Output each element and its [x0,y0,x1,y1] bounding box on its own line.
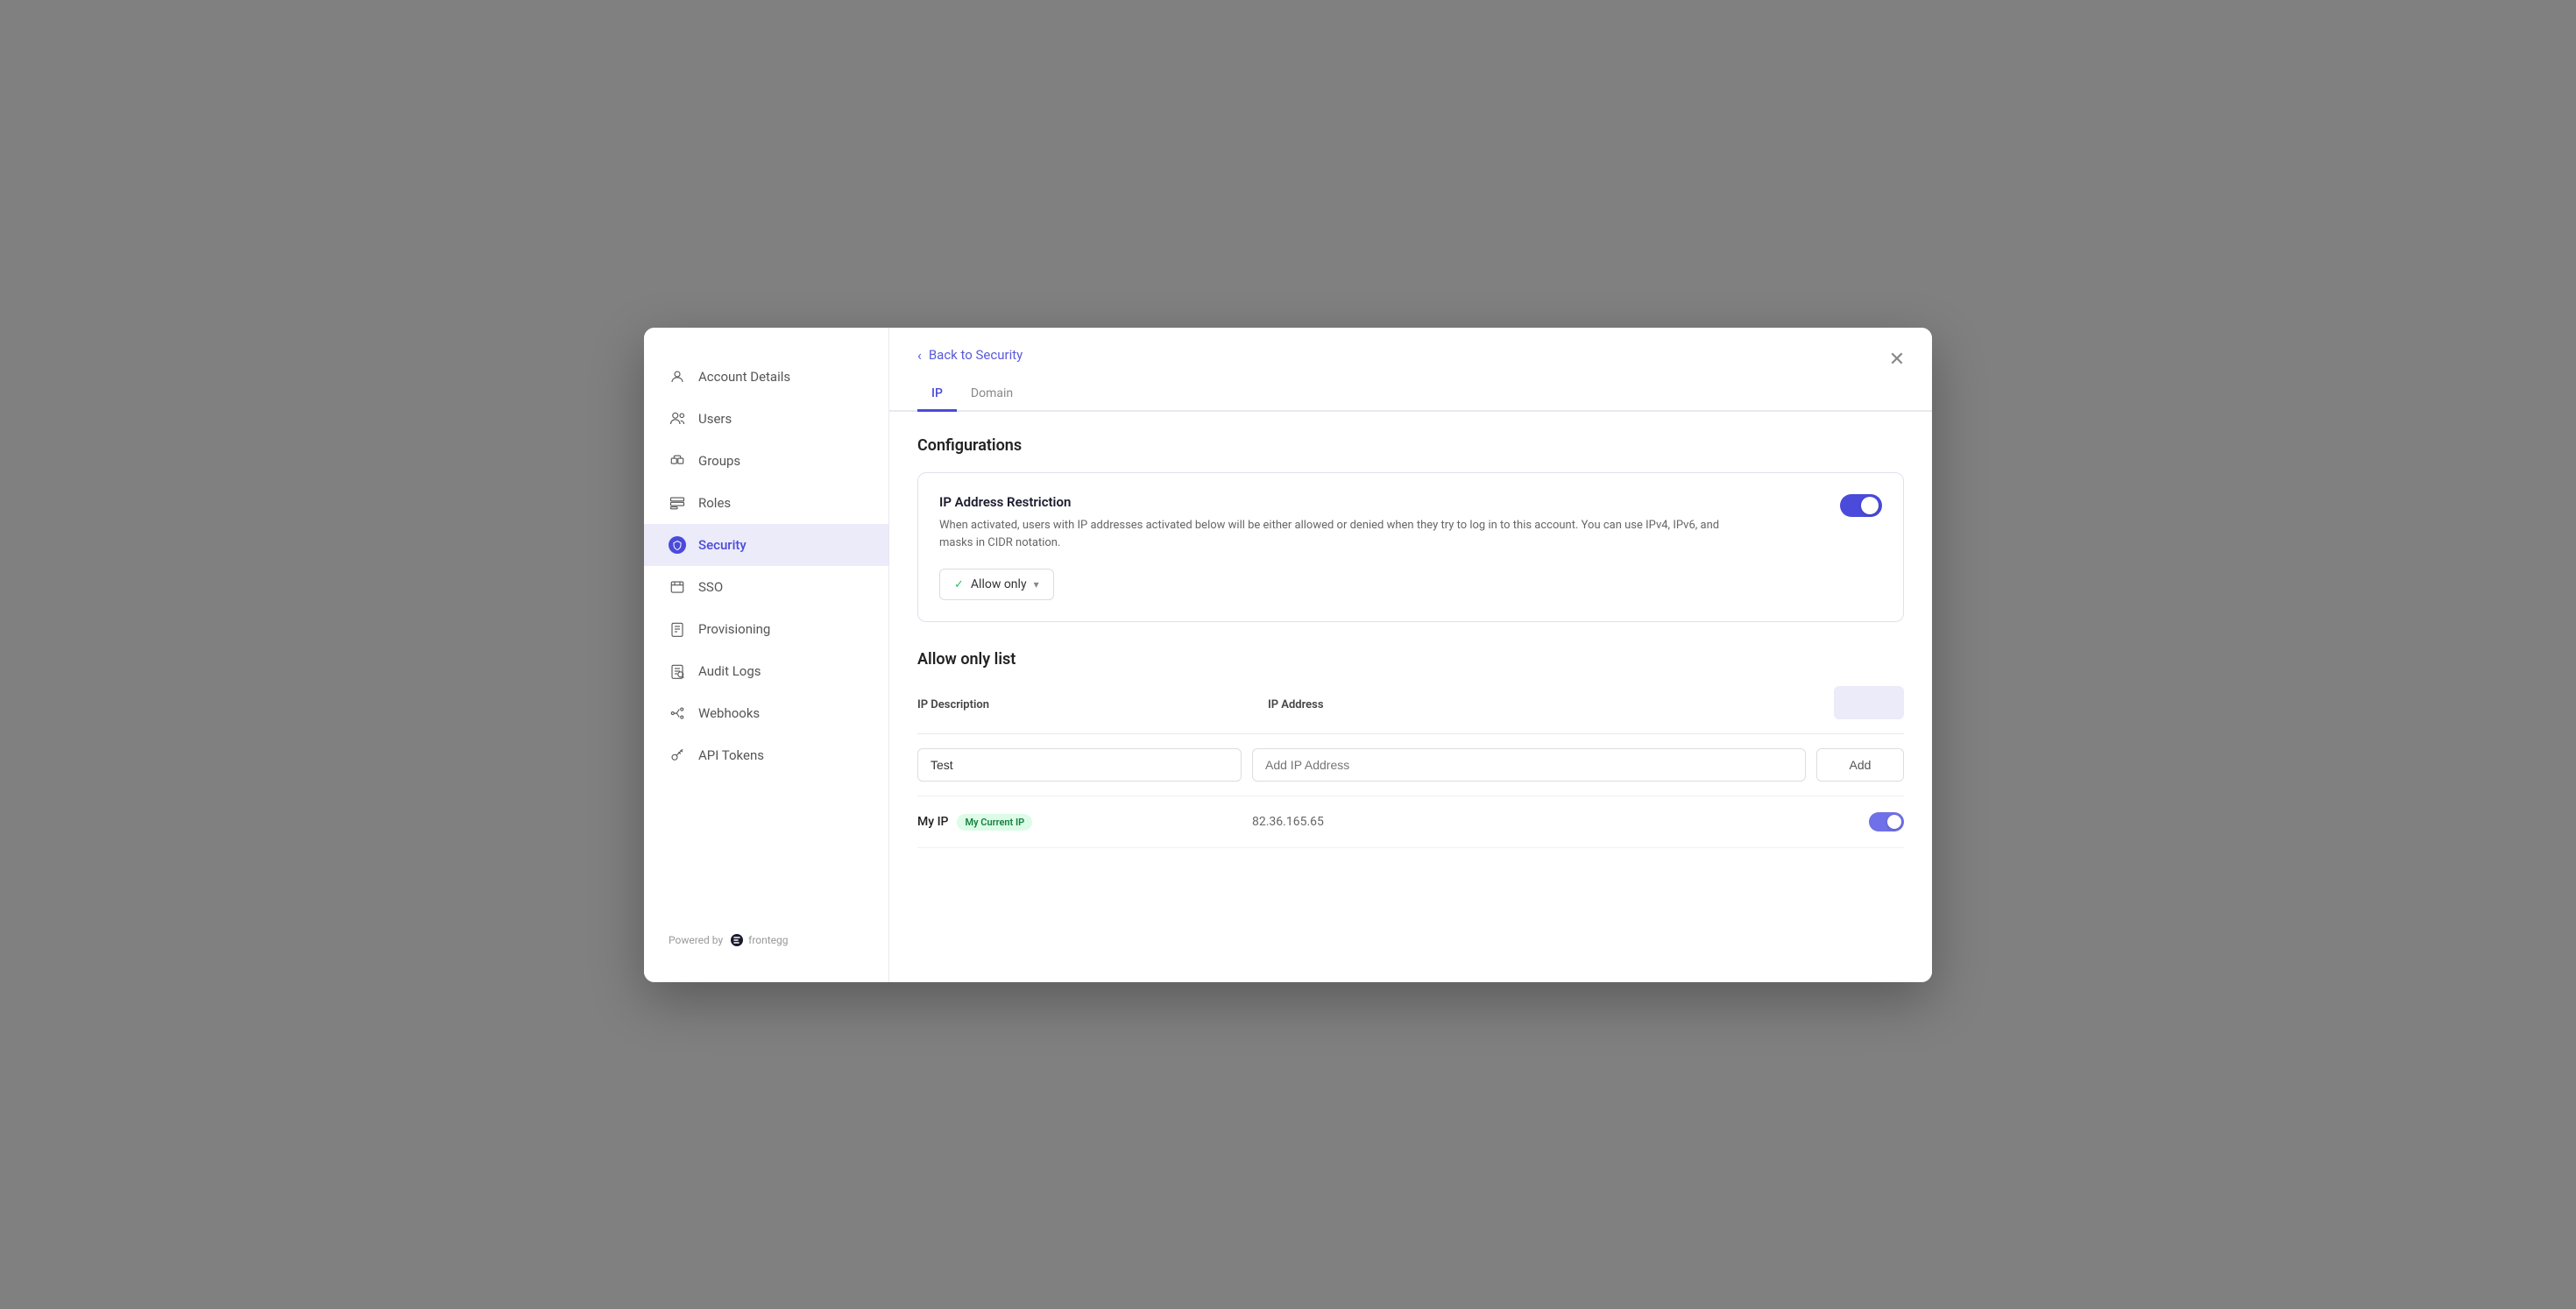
api-tokens-icon [669,746,686,764]
sidebar: Account Details Users Groups Roles [644,328,889,982]
allow-mode-dropdown[interactable]: ✓ Allow only ▾ [939,569,1054,600]
ip-restriction-desc: When activated, users with IP addresses … [939,517,1728,554]
sidebar-item-audit-logs[interactable]: Audit Logs [644,650,888,692]
security-icon [669,536,686,554]
webhooks-icon [669,704,686,722]
ip-address-input[interactable] [1252,748,1806,782]
audit-icon [669,662,686,680]
frontegg-name: frontegg [748,934,788,946]
powered-by: Powered by frontegg [644,916,888,965]
sidebar-item-users[interactable]: Users [644,398,888,440]
allow-only-list-title: Allow only list [917,650,1904,669]
chevron-down-icon: ▾ [1034,578,1039,591]
sidebar-label-provisioning: Provisioning [698,621,770,637]
sidebar-item-api-tokens[interactable]: API Tokens [644,734,888,776]
sidebar-item-webhooks[interactable]: Webhooks [644,692,888,734]
header-action-button[interactable] [1834,686,1904,719]
close-button[interactable]: ✕ [1883,345,1911,373]
powered-by-text: Powered by [669,934,723,946]
ip-restriction-title: IP Address Restriction [939,494,1728,510]
main-content: ✕ ‹ Back to Security IP Domain Configura… [889,328,1932,982]
row-action-cell [1799,812,1904,831]
card-header: IP Address Restriction When activated, u… [939,494,1882,554]
back-chevron-icon: ‹ [917,347,922,364]
sidebar-label-webhooks: Webhooks [698,705,760,721]
tab-ip[interactable]: IP [917,378,957,412]
ip-restriction-toggle[interactable] [1840,494,1882,517]
users-icon [669,410,686,428]
sidebar-item-account-details[interactable]: Account Details [644,356,888,398]
sidebar-item-provisioning[interactable]: Provisioning [644,608,888,650]
check-icon: ✓ [954,578,964,591]
sidebar-label-groups: Groups [698,453,740,469]
current-ip-badge: My Current IP [957,814,1032,831]
ip-description-input[interactable] [917,748,1242,782]
row-toggle[interactable] [1869,812,1904,831]
row-description-cell: My IP My Current IP [917,814,1242,831]
account-icon [669,368,686,386]
sidebar-item-security[interactable]: Security [644,524,888,566]
modal-container: Account Details Users Groups Roles [644,328,1932,982]
sidebar-label-account-details: Account Details [698,369,790,385]
list-header: IP Description IP Address [917,686,1904,734]
add-ip-button[interactable]: Add [1816,748,1904,782]
allow-mode-label: Allow only [971,577,1027,591]
configurations-title: Configurations [917,436,1904,455]
sidebar-item-sso[interactable]: SSO [644,566,888,608]
sidebar-item-roles[interactable]: Roles [644,482,888,524]
row-description: My IP [917,815,948,829]
sidebar-label-roles: Roles [698,495,731,511]
sso-icon [669,578,686,596]
back-to-security[interactable]: ‹ Back to Security [889,328,1051,364]
tabs-row: IP Domain [889,378,1932,412]
add-ip-row: Add [917,734,1904,796]
tab-ip-label: IP [931,386,943,400]
tab-domain[interactable]: Domain [957,378,1027,412]
col-header-action [1799,686,1904,723]
table-row: My IP My Current IP 82.36.165.65 [917,796,1904,848]
tab-domain-label: Domain [971,386,1013,400]
content-area: Configurations IP Address Restriction Wh… [889,412,1932,982]
ip-restriction-card: IP Address Restriction When activated, u… [917,472,1904,623]
back-label: Back to Security [929,347,1023,363]
sidebar-item-groups[interactable]: Groups [644,440,888,482]
sidebar-label-audit-logs: Audit Logs [698,663,761,679]
row-ip-cell: 82.36.165.65 [1252,815,1788,829]
col-header-ip: IP Address [1268,698,1799,711]
roles-icon [669,494,686,512]
card-text: IP Address Restriction When activated, u… [939,494,1728,554]
sidebar-label-security: Security [698,537,747,553]
frontegg-logo: frontegg [730,933,788,947]
sidebar-label-api-tokens: API Tokens [698,747,764,763]
groups-icon [669,452,686,470]
col-header-description: IP Description [917,698,1268,711]
sidebar-label-sso: SSO [698,579,723,595]
sidebar-label-users: Users [698,411,732,427]
provisioning-icon [669,620,686,638]
